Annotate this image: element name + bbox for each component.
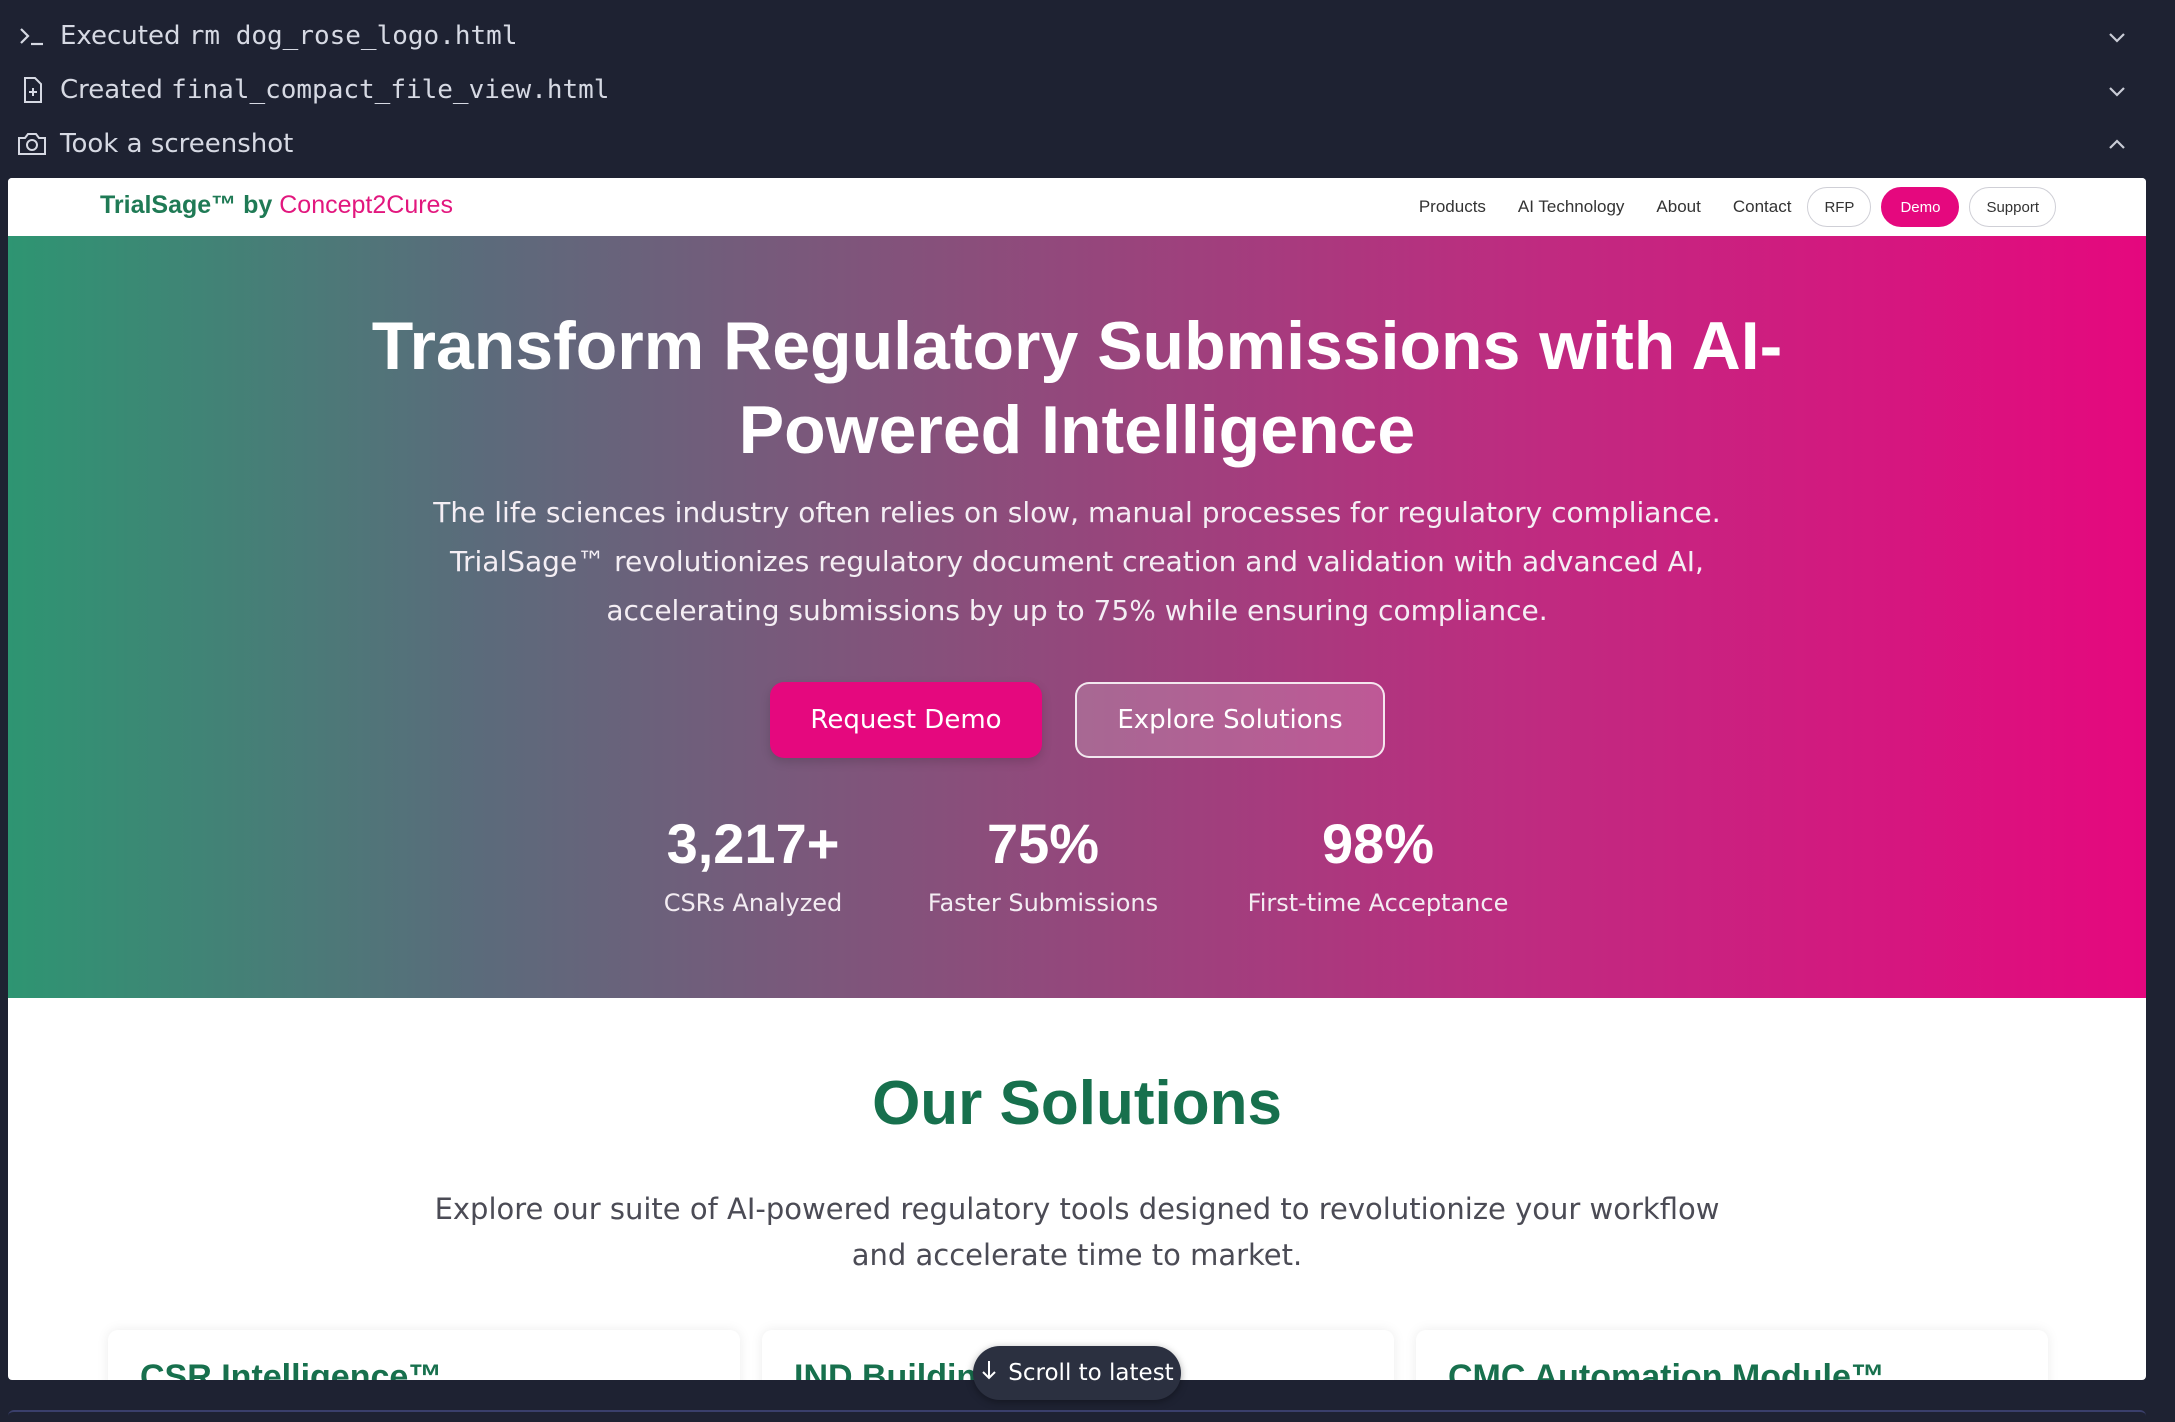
nav-links: Products AI Technology About Contact RFP… — [1387, 186, 2056, 228]
stat-csrs: 3,217+ CSRs Analyzed — [648, 811, 858, 923]
solution-card-cmc[interactable]: CMC Automation Module™ — [1416, 1330, 2048, 1380]
camera-icon — [16, 128, 48, 160]
solutions-lead-line2: and accelerate time to market. — [851, 1238, 1303, 1272]
scroll-to-latest-button[interactable]: Scroll to latest — [973, 1346, 1181, 1400]
stat-value: 75% — [986, 812, 1100, 875]
log-prefix: Created — [60, 75, 163, 105]
input-bar-edge — [8, 1410, 2146, 1422]
scroll-label: Scroll to latest — [1008, 1360, 1174, 1386]
demo-button[interactable]: Demo — [1881, 187, 1960, 227]
site-logo[interactable]: TrialSage™ by Concept2Cures — [100, 191, 453, 220]
log-prefix: Executed — [60, 21, 181, 51]
solutions-lead-line1: Explore our suite of AI-powered regulato… — [434, 1192, 1720, 1226]
stat-faster: 75% Faster Submissions — [913, 811, 1173, 923]
log-row-screenshot[interactable]: Took a screenshot — [0, 117, 2175, 171]
stat-label: First-time Acceptance — [1247, 889, 1509, 917]
brand-name: TrialSage™ by — [100, 191, 273, 219]
hero-lead-line3: accelerating submissions by up to 75% wh… — [606, 594, 1548, 627]
hero-title: Transform Regulatory Submissions with AI… — [8, 304, 2146, 472]
hero-lead: The life sciences industry often relies … — [377, 488, 1777, 635]
nav-products[interactable]: Products — [1419, 197, 1486, 217]
stat-value: 98% — [1321, 812, 1435, 875]
request-demo-button[interactable]: Request Demo — [770, 682, 1042, 758]
site-navbar: TrialSage™ by Concept2Cures Products AI … — [8, 178, 2146, 237]
solutions-title: Our Solutions — [872, 1069, 1282, 1138]
support-button[interactable]: Support — [1969, 187, 2056, 227]
log-detail: final_compact_file_view.html — [171, 75, 610, 105]
terminal-icon — [16, 20, 48, 52]
log-text: Created final_compact_file_view.html — [60, 75, 609, 105]
hero-title-line1: Transform Regulatory Submissions with AI… — [371, 308, 1783, 384]
screenshot-frame: TrialSage™ by Concept2Cures Products AI … — [8, 178, 2146, 1380]
hero-lead-line1: The life sciences industry often relies … — [433, 496, 1721, 529]
solutions-lead: Explore our suite of AI-powered regulato… — [408, 1186, 1746, 1278]
log-prefix: Took a screenshot — [60, 129, 294, 159]
card-title: CMC Automation Module™ — [1448, 1358, 1885, 1380]
chevron-down-icon[interactable] — [2103, 23, 2131, 51]
nav-contact[interactable]: Contact — [1733, 197, 1792, 217]
arrow-down-icon — [980, 1359, 998, 1387]
log-row-executed[interactable]: Executed rm dog_rose_logo.html — [0, 9, 2175, 63]
solution-card-csr[interactable]: CSR Intelligence™ — [108, 1330, 740, 1380]
hero-title-line2: Powered Intelligence — [738, 392, 1416, 468]
chevron-down-icon[interactable] — [2103, 77, 2131, 105]
stat-acceptance: 98% First-time Acceptance — [1233, 811, 1523, 923]
stat-value: 3,217+ — [666, 812, 840, 875]
nav-ai-technology[interactable]: AI Technology — [1518, 197, 1624, 217]
log-detail: rm dog_rose_logo.html — [188, 21, 518, 51]
nav-about[interactable]: About — [1656, 197, 1700, 217]
stat-label: Faster Submissions — [927, 889, 1159, 917]
hero-lead-line2: TrialSage™ revolutionizes regulatory doc… — [450, 545, 1704, 578]
file-plus-icon — [16, 74, 48, 106]
log-text: Executed rm dog_rose_logo.html — [60, 21, 517, 51]
hero-section: Transform Regulatory Submissions with AI… — [8, 236, 2146, 998]
card-title: CSR Intelligence™ — [140, 1358, 443, 1380]
explore-solutions-button[interactable]: Explore Solutions — [1075, 682, 1385, 758]
stat-label: CSRs Analyzed — [663, 889, 843, 917]
log-row-created[interactable]: Created final_compact_file_view.html — [0, 63, 2175, 117]
rfp-button[interactable]: RFP — [1807, 187, 1872, 227]
brand-accent: Concept2Cures — [279, 191, 453, 219]
chevron-up-icon[interactable] — [2103, 131, 2131, 159]
